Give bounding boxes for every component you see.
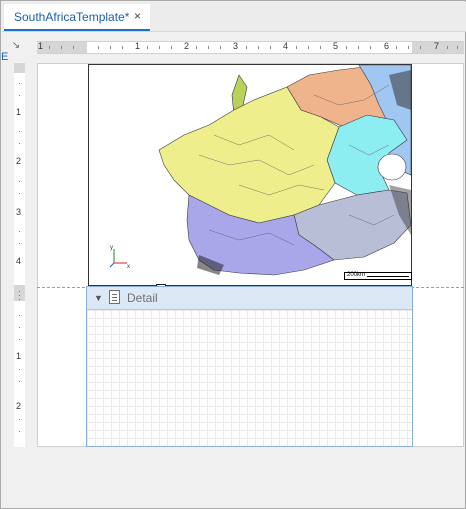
ruler-label: 7: [434, 41, 440, 51]
map-image: [158, 65, 411, 276]
collapse-arrow-icon[interactable]: ▼: [94, 293, 103, 303]
ruler-top-margin: [14, 63, 25, 73]
detail-band-label: Detail: [127, 291, 158, 305]
ruler-left-margin: [37, 42, 87, 53]
ruler-label: 3: [16, 207, 22, 217]
axis-label-x: x: [127, 264, 130, 269]
ruler-label: 1: [16, 351, 22, 361]
detail-band-header[interactable]: ▼ Detail: [87, 287, 412, 310]
side-panel-hint[interactable]: E: [1, 51, 8, 63]
tab-southafricatemplate[interactable]: SouthAfricaTemplate* ×: [4, 4, 150, 31]
ruler-label: 4: [16, 256, 22, 266]
resize-corner-icon[interactable]: ↘: [9, 39, 23, 53]
tab-title: SouthAfricaTemplate*: [14, 10, 130, 24]
ruler-label: 2: [184, 41, 190, 51]
vertical-ruler: 1 2 3 4 1 2: [14, 63, 25, 447]
ruler-label: 2: [16, 156, 22, 166]
ruler-label: 1: [16, 107, 22, 117]
report-designer-window: SouthAfricaTemplate* × ↘ E 1 1 2 3 4 5 6…: [0, 0, 466, 509]
close-icon[interactable]: ×: [134, 9, 141, 23]
band-page-icon: [109, 290, 120, 304]
scale-bar: 200km: [344, 272, 412, 280]
axis-label-y: y: [110, 245, 113, 251]
detail-band-grid[interactable]: [87, 310, 412, 446]
detail-band[interactable]: ▼ Detail: [86, 286, 413, 447]
ruler-label: 2: [16, 401, 22, 411]
ruler-label: 1: [135, 41, 141, 51]
ruler-label: 3: [233, 41, 239, 51]
ruler-label: 6: [384, 41, 390, 51]
axis-orientation-icon: y x: [109, 245, 130, 269]
ruler-label: 1: [38, 41, 44, 51]
ruler-label: 5: [333, 41, 339, 51]
ruler-label: 4: [283, 41, 289, 51]
map-enclave: [377, 153, 407, 181]
document-tab-bar: SouthAfricaTemplate* ×: [2, 2, 466, 32]
scale-label: 200km: [347, 272, 366, 278]
map-control[interactable]: [88, 64, 412, 286]
horizontal-ruler: 1 1 2 3 4 5 6 7: [37, 41, 464, 54]
scale-line: [367, 276, 409, 277]
